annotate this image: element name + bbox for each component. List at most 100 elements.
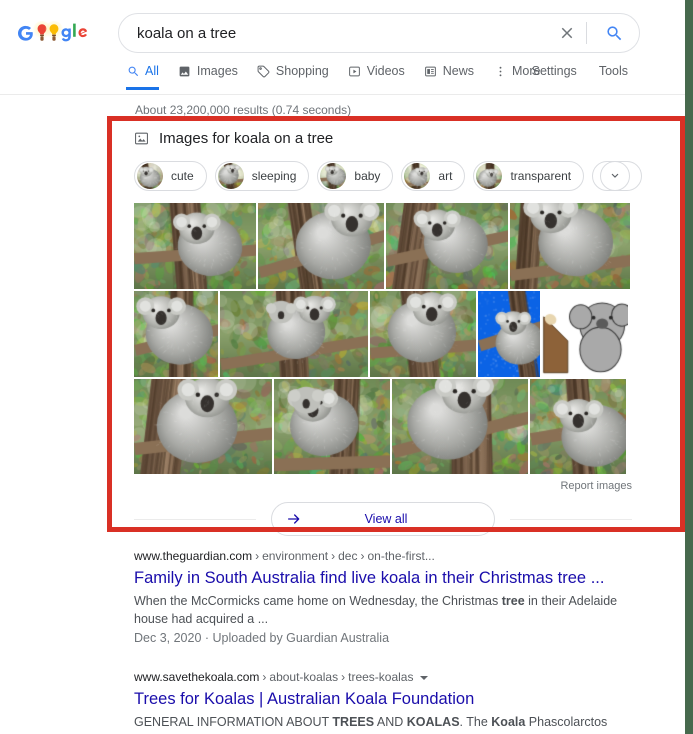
chevron-down-icon xyxy=(611,173,619,178)
thumbnail-canvas xyxy=(258,203,384,289)
settings-link[interactable]: Settings xyxy=(532,64,577,78)
result-domain: www.savethekoala.com xyxy=(134,670,260,684)
report-images-link[interactable]: Report images xyxy=(134,480,632,492)
result-snippet: GENERAL INFORMATION ABOUT TREES AND KOAL… xyxy=(134,713,634,734)
chip-thumbnail xyxy=(217,163,244,189)
result-stats: About 23,200,000 results (0.74 seconds) xyxy=(135,103,352,117)
breadcrumb-segment: dec xyxy=(338,549,358,563)
chip-label: baby xyxy=(354,169,381,183)
tab-videos[interactable]: Videos xyxy=(348,62,405,87)
thumbnail-canvas xyxy=(134,291,218,377)
thumbnail-canvas xyxy=(134,379,272,474)
search-bar[interactable] xyxy=(118,13,640,53)
snippet-text: . The xyxy=(459,715,492,729)
image-pack-chip-transparent[interactable]: transparent xyxy=(473,161,585,191)
result-domain: www.theguardian.com xyxy=(134,549,253,563)
tab-label: All xyxy=(145,64,159,78)
search-icon xyxy=(606,25,621,40)
news-icon xyxy=(424,64,438,78)
breadcrumb-segment: on-the-first... xyxy=(367,549,435,563)
thumbnail-canvas xyxy=(220,291,368,377)
image-pack-chip-baby[interactable]: baby xyxy=(317,161,394,191)
image-result-thumbnail[interactable] xyxy=(370,291,476,377)
image-grid-row xyxy=(134,291,632,377)
thumbnail-canvas xyxy=(510,203,630,289)
breadcrumb-separator: › xyxy=(255,549,260,563)
search-nav-tabs: All Images Shopping Videos News More xyxy=(126,62,559,90)
thumbnail-canvas xyxy=(392,379,528,474)
snippet-text: When the McCormicks came home on Wednesd… xyxy=(134,594,502,608)
image-grid-row xyxy=(134,379,632,474)
image-pack-chips: cutesleepingbabyarttransparentreal xyxy=(134,161,643,191)
expand-chips-button[interactable] xyxy=(600,161,630,191)
arrow-right-icon xyxy=(286,511,308,527)
tab-label: Shopping xyxy=(275,64,329,78)
tag-icon xyxy=(257,64,271,78)
thumbnail-canvas xyxy=(274,379,390,474)
window-edge xyxy=(685,0,693,734)
chip-label: sleeping xyxy=(251,169,297,183)
browser-page: All Images Shopp xyxy=(0,0,693,734)
result-url[interactable]: www.theguardian.com › environment › dec … xyxy=(134,548,634,565)
chip-label: art xyxy=(438,169,453,183)
tab-label: Images xyxy=(196,64,238,78)
tools-link[interactable]: Tools xyxy=(599,64,628,78)
chip-thumbnail xyxy=(404,163,431,189)
image-result-thumbnail[interactable] xyxy=(392,379,528,474)
tab-all[interactable]: All xyxy=(126,62,159,90)
image-pack-chip-cute[interactable]: cute xyxy=(134,161,207,191)
chip-thumbnail xyxy=(137,163,163,189)
image-result-thumbnail[interactable] xyxy=(258,203,384,289)
result-title[interactable]: Trees for Koalas | Australian Koala Foun… xyxy=(134,688,634,710)
snippet-highlight: tree xyxy=(501,594,525,608)
google-doodle-logo[interactable] xyxy=(17,18,95,48)
tab-images[interactable]: Images xyxy=(178,62,238,87)
image-result-thumbnail[interactable] xyxy=(386,203,508,289)
close-icon xyxy=(561,27,573,39)
image-result-thumbnail[interactable] xyxy=(274,379,390,474)
image-pack-title: Images for koala on a tree xyxy=(159,129,334,147)
result-title[interactable]: Family in South Australia find live koal… xyxy=(134,567,634,589)
image-pack-chip-sleeping[interactable]: sleeping xyxy=(214,161,310,191)
image-result-thumbnail[interactable] xyxy=(510,203,630,289)
result-options-caret[interactable] xyxy=(420,675,429,680)
view-all-button[interactable]: View all xyxy=(271,502,495,536)
image-result-thumbnail[interactable] xyxy=(530,379,626,474)
chip-thumbnail xyxy=(476,163,503,189)
image-result-thumbnail[interactable] xyxy=(134,291,218,377)
tab-label: News xyxy=(442,64,474,78)
search-submit-button[interactable] xyxy=(597,16,631,50)
snippet-highlight: KOALAS xyxy=(406,715,460,729)
tab-shopping[interactable]: Shopping xyxy=(257,62,329,87)
thumbnail-canvas xyxy=(478,291,540,377)
clear-search-button[interactable] xyxy=(554,20,580,46)
search-input[interactable] xyxy=(119,23,554,43)
image-pack: Images for koala on a tree cute sleeping b… xyxy=(134,127,643,536)
breadcrumb-separator: › xyxy=(331,549,336,563)
snippet-text: AND xyxy=(374,715,407,729)
image-icon xyxy=(178,64,192,78)
image-result-thumbnail[interactable] xyxy=(478,291,540,377)
image-result-thumbnail[interactable] xyxy=(220,291,368,377)
thumbnail-canvas xyxy=(134,203,256,289)
snippet-highlight: TREES xyxy=(332,715,375,729)
search-divider xyxy=(586,22,587,44)
result-meta: Dec 3, 2020 · Uploaded by Guardian Austr… xyxy=(134,631,390,645)
search-nav-right: Settings Tools xyxy=(532,64,628,78)
breadcrumb-segment: about-koalas xyxy=(269,670,339,684)
search-result: www.theguardian.com › environment › dec … xyxy=(134,548,634,647)
snippet-text: GENERAL INFORMATION ABOUT xyxy=(134,715,333,729)
image-icon xyxy=(134,131,149,146)
search-nav-bar: All Images Shopping Videos News More Set… xyxy=(0,62,685,95)
thumbnail-canvas xyxy=(530,379,626,474)
tab-news[interactable]: News xyxy=(424,62,474,87)
video-icon xyxy=(348,64,362,78)
result-url[interactable]: www.savethekoala.com › about-koalas › tr… xyxy=(134,669,634,686)
image-result-thumbnail[interactable] xyxy=(134,379,272,474)
image-grid-row xyxy=(134,203,632,289)
image-result-thumbnail[interactable] xyxy=(134,203,256,289)
breadcrumb-separator: › xyxy=(360,549,365,563)
image-result-thumbnail[interactable] xyxy=(542,291,628,377)
view-all-label: View all xyxy=(364,512,408,526)
image-pack-chip-art[interactable]: art xyxy=(401,161,466,191)
